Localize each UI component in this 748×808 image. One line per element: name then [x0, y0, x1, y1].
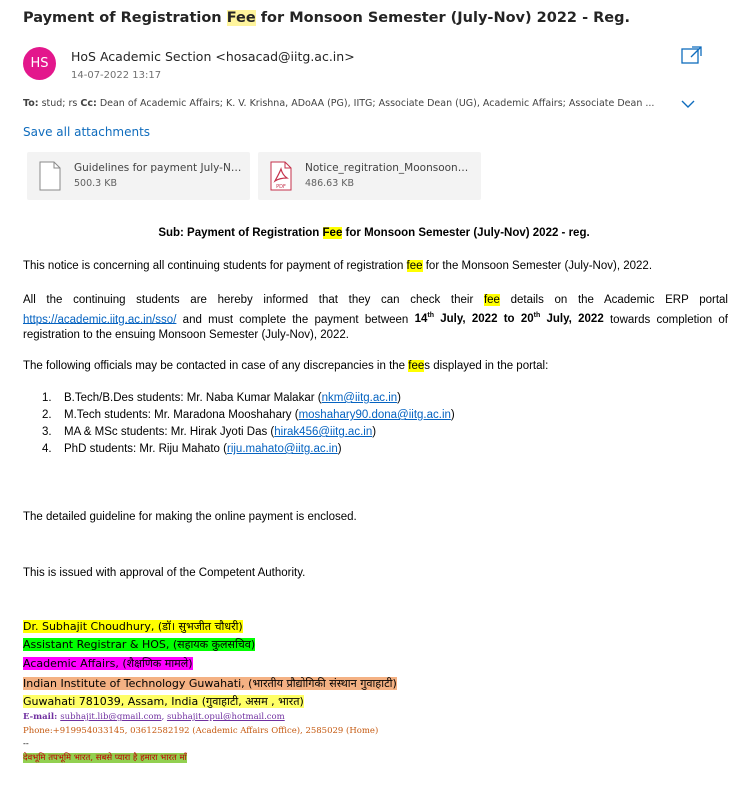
- list-item: 4. PhD students: Mr. Riju Mahato (riju.ma…: [42, 441, 455, 458]
- p2-highlight: fee: [483, 294, 500, 306]
- signature-dept: Academic Affairs, (शैक्षणिक मामले): [23, 655, 193, 672]
- p2-pre: All the continuing students are hereby i…: [23, 294, 484, 306]
- pdf-icon: PDF: [270, 161, 292, 191]
- p3-highlight: fee: [408, 360, 425, 372]
- attachment-name: Notice_regitration_Moonsoon20...: [305, 162, 473, 174]
- save-all-attachments-link[interactable]: Save all attachments: [23, 125, 150, 139]
- signature-role: Assistant Registrar & HOS, (सहायक कुलसचि…: [23, 636, 256, 653]
- signature-address-text: Guwahati 781039, Assam, India (गुवाहाटी,…: [23, 695, 304, 708]
- email-subject: Payment of Registration Fee for Monsoon …: [23, 10, 630, 26]
- date-start-suffix: th: [427, 312, 434, 320]
- signature-motto: देवभूमि तपभूमि भारत, सबसे प्यारा है हमार…: [23, 752, 187, 763]
- p2-mid: details on the Academic ERP portal: [499, 294, 728, 306]
- date-mid: July, 2022 to 20: [434, 313, 534, 326]
- erp-portal-link[interactable]: https://academic.iitg.ac.in/sso/: [23, 313, 176, 325]
- signature-institute: Indian Institute of Technology Guwahati,…: [23, 675, 397, 692]
- signature-institute-text: Indian Institute of Technology Guwahati,…: [23, 677, 397, 690]
- signature-role-text: Assistant Registrar & HOS, (सहायक कुलसचि…: [23, 638, 256, 651]
- sender-avatar[interactable]: HS: [23, 47, 56, 80]
- recipients-line: To: stud; rs Cc: Dean of Academic Affair…: [23, 98, 668, 109]
- p3-pre: The following officials may be contacted…: [23, 360, 409, 372]
- contact-close: ): [450, 409, 455, 421]
- list-number: 2.: [42, 409, 52, 421]
- contact-text: MA & MSc students: Mr. Hirak Jyoti Das (: [64, 426, 275, 438]
- subject-text-pre: Payment of Registration: [23, 10, 227, 26]
- list-item: 3. MA & MSc students: Mr. Hirak Jyoti Das…: [42, 424, 455, 441]
- contact-close: ): [372, 426, 377, 438]
- attachment-size: 486.63 KB: [305, 178, 355, 189]
- chevron-down-icon[interactable]: [681, 98, 695, 110]
- attachment-name: Guidelines for payment July-No...: [74, 162, 242, 174]
- p2-a: and must complete the payment between: [176, 313, 415, 326]
- list-item: 1. B.Tech/B.Des students: Mr. Naba Kumar …: [42, 390, 455, 407]
- paragraph-approval: This is issued with approval of the Comp…: [23, 567, 306, 579]
- email-date: 14-07-2022 13:17: [71, 70, 162, 81]
- signature-email-link-2[interactable]: subhajit.opul@hotmail.com: [167, 712, 285, 722]
- signature-dept-text: Academic Affairs, (शैक्षणिक मामले): [23, 657, 193, 670]
- contact-email-link[interactable]: riju.mahato@iitg.ac.in: [227, 443, 338, 455]
- contact-email-link[interactable]: moshahary90.dona@iitg.ac.in: [299, 409, 451, 421]
- cc-value[interactable]: Dean of Academic Affairs; K. V. Krishna,…: [97, 98, 655, 109]
- to-label: To:: [23, 98, 39, 109]
- sub-text-post: for Monsoon Semester (July-Nov) 2022 - r…: [342, 227, 590, 239]
- p1-pre: This notice is concerning all continuing…: [23, 260, 407, 272]
- date-start-day: 14: [414, 313, 428, 326]
- subject-highlight: Fee: [226, 10, 256, 26]
- paragraph-guideline: The detailed guideline for making the on…: [23, 511, 357, 523]
- paragraph-2: All the continuing students are hereby i…: [23, 293, 728, 343]
- contact-text: B.Tech/B.Des students: Mr. Naba Kumar Ma…: [64, 392, 322, 404]
- cc-label: Cc:: [80, 98, 97, 109]
- popout-icon[interactable]: [681, 45, 703, 65]
- sub-highlight: Fee: [322, 227, 343, 239]
- file-icon: [39, 161, 61, 191]
- signature-motto-text: देवभूमि तपभूमि भारत, सबसे प्यारा है हमार…: [23, 753, 187, 763]
- pdf-label: PDF: [276, 184, 286, 190]
- email-label: E-mail:: [23, 712, 61, 722]
- contact-email-link[interactable]: nkm@iitg.ac.in: [322, 392, 398, 404]
- list-number: 4.: [42, 443, 52, 455]
- list-number: 3.: [42, 426, 52, 438]
- contact-text: PhD students: Mr. Riju Mahato (: [64, 443, 227, 455]
- list-number: 1.: [42, 392, 52, 404]
- p1-post: for the Monsoon Semester (July-Nov), 202…: [422, 260, 653, 272]
- attachment-card-notice[interactable]: PDF Notice_regitration_Moonsoon20... 486…: [258, 152, 481, 200]
- p1-highlight: fee: [406, 260, 423, 272]
- signature-name-text: Dr. Subhajit Choudhury, (डॉ। सुभजीत चौधर…: [23, 620, 243, 633]
- contact-close: ): [397, 392, 402, 404]
- contacts-list: 1. B.Tech/B.Des students: Mr. Naba Kumar …: [42, 390, 455, 458]
- signature-dashes: --: [23, 739, 29, 749]
- signature-email-line: E-mail: subhajit.lib@gmail.com, subhajit…: [23, 712, 285, 722]
- contact-text: M.Tech students: Mr. Maradona Mooshahary…: [64, 409, 299, 421]
- signature-email-link-1[interactable]: subhajit.lib@gmail.com: [60, 712, 161, 722]
- p2-dates: 14th July, 2022 to 20th July, 2022: [414, 312, 604, 326]
- date-end: July, 2022: [540, 313, 604, 326]
- subject-text-post: for Monsoon Semester (July-Nov) 2022 - R…: [255, 10, 631, 26]
- p3-post: s displayed in the portal:: [424, 360, 549, 372]
- attachment-size: 500.3 KB: [74, 178, 117, 189]
- paragraph-3: The following officials may be contacted…: [23, 359, 728, 375]
- notice-subject-line: Sub: Payment of Registration Fee for Mon…: [0, 227, 748, 239]
- list-item: 2. M.Tech students: Mr. Maradona Mooshaha…: [42, 407, 455, 424]
- to-value[interactable]: stud; rs: [39, 98, 81, 109]
- signature-name: Dr. Subhajit Choudhury, (डॉ। सुभजीत चौधर…: [23, 618, 243, 635]
- contact-email-link[interactable]: hirak456@iitg.ac.in: [274, 426, 372, 438]
- signature-phone: Phone:+919954033145, 03612582192 (Academ…: [23, 726, 379, 736]
- sub-text-pre: Sub: Payment of Registration: [158, 227, 323, 239]
- contact-close: ): [337, 443, 342, 455]
- attachment-card-guidelines[interactable]: Guidelines for payment July-No... 500.3 …: [27, 152, 250, 200]
- sender-name[interactable]: HoS Academic Section <hosacad@iitg.ac.in…: [71, 49, 355, 64]
- signature-address: Guwahati 781039, Assam, India (गुवाहाटी,…: [23, 693, 304, 710]
- paragraph-1: This notice is concerning all continuing…: [23, 259, 728, 275]
